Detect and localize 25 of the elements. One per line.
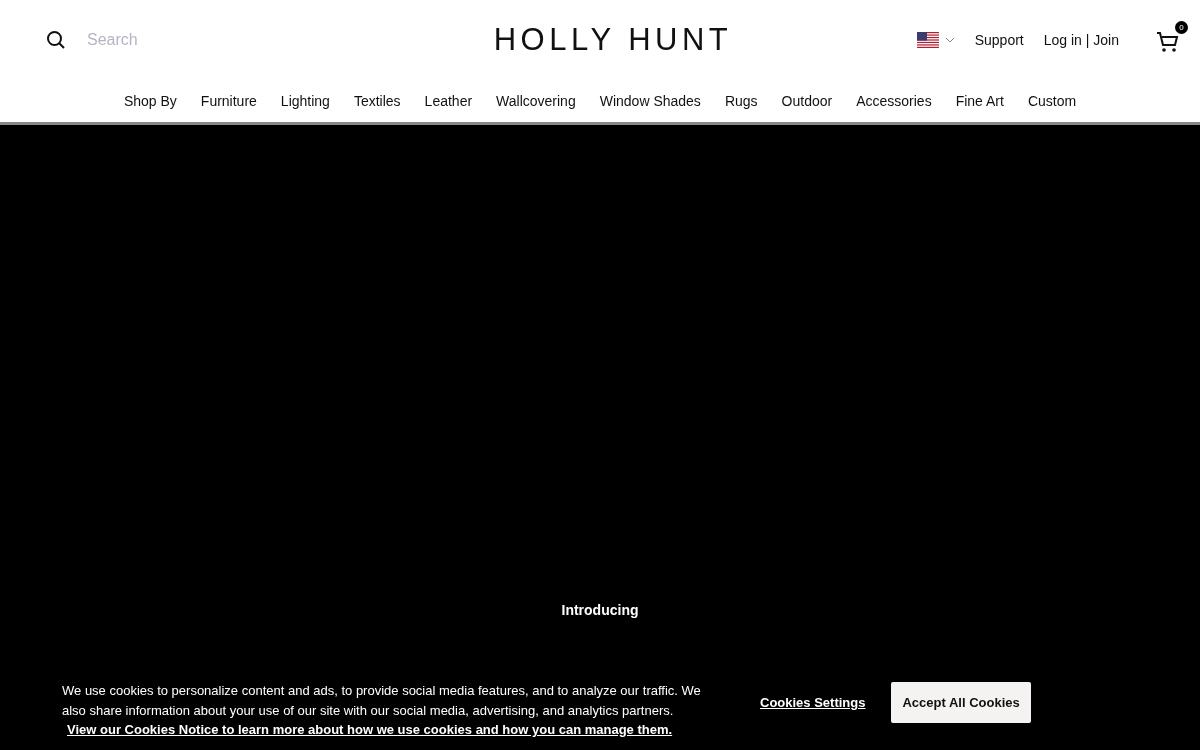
hero-eyebrow: Introducing: [561, 602, 639, 618]
nav-link[interactable]: Shop By: [123, 93, 177, 109]
nav-link[interactable]: Custom: [1027, 93, 1077, 109]
nav-link[interactable]: Furniture: [200, 93, 257, 109]
nav-link[interactable]: Window Shades: [599, 93, 701, 109]
nav-link[interactable]: Fine Art: [955, 93, 1004, 109]
flag-icon[interactable]: [916, 32, 939, 48]
header-link[interactable]: Support: [974, 32, 1024, 48]
search-icon[interactable]: [46, 30, 66, 50]
cookie-settings-button[interactable]: Cookies Settings: [760, 695, 866, 710]
logo[interactable]: HOLLY HUNT: [493, 22, 733, 58]
nav-link[interactable]: Outdoor: [781, 93, 833, 109]
chevron-down-icon[interactable]: [944, 37, 955, 43]
nav-link[interactable]: Lighting: [280, 93, 330, 109]
nav-link[interactable]: Accessories: [856, 93, 932, 109]
cart-icon[interactable]: [1156, 30, 1180, 54]
nav-link[interactable]: Rugs: [724, 93, 758, 109]
nav-link[interactable]: Leather: [424, 93, 473, 109]
cookie-text: We use cookies to personalize content and ads, to provide social media features, and to analyze our traffic. We also share information about your use of our site with our social media, advertising, and analytics partners.: [62, 682, 702, 720]
nav-link[interactable]: Textiles: [353, 93, 401, 109]
header-link[interactable]: Log in | Join: [1043, 32, 1119, 48]
nav-link[interactable]: Wallcovering: [496, 93, 576, 109]
cart-count-badge: 0: [1175, 21, 1188, 34]
cookie-notice-link[interactable]: View our Cookies Notice to learn more about how we use cookies and how you can manage them.: [67, 721, 712, 739]
accept-cookies-button[interactable]: Accept All Cookies: [891, 682, 1031, 723]
